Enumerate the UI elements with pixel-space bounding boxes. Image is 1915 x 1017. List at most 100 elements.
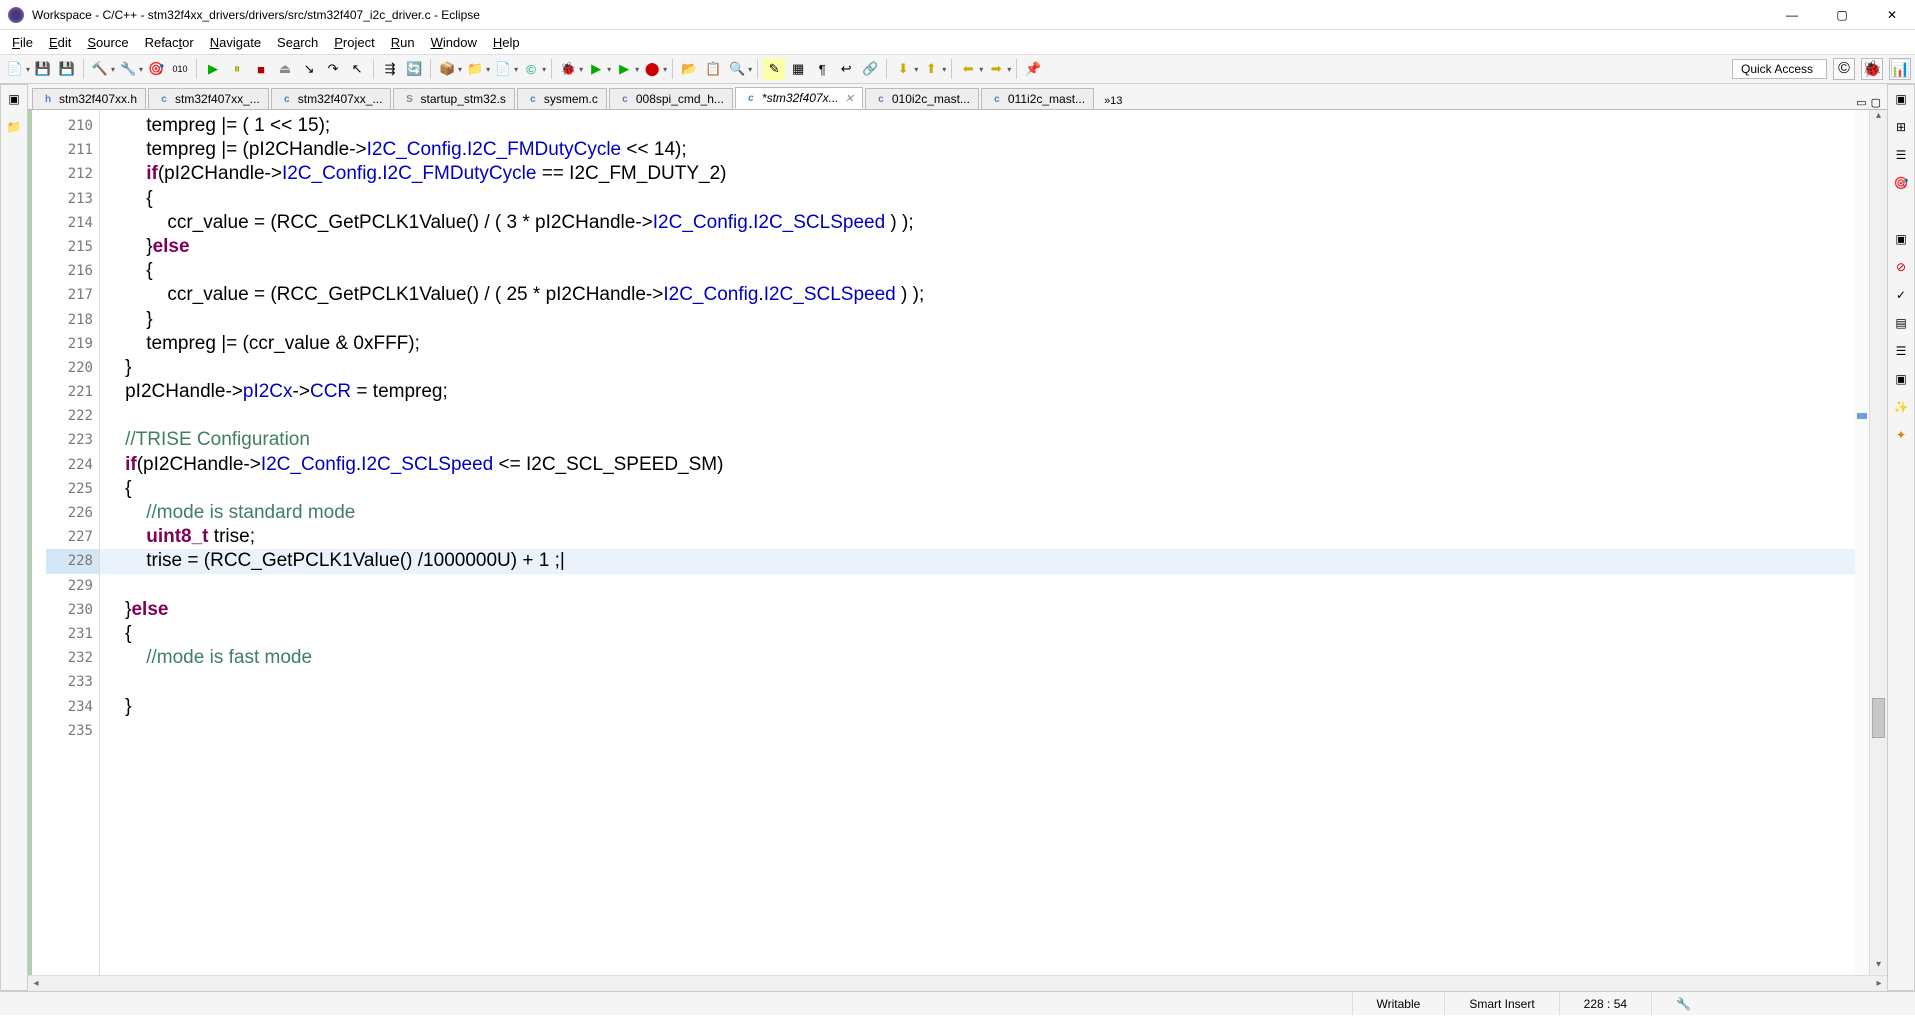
restore-right-icon[interactable]: ▣ — [1891, 89, 1911, 109]
binary-button[interactable]: 010 — [169, 58, 191, 80]
menu-file[interactable]: File — [4, 33, 41, 52]
new-source-button[interactable]: © — [520, 58, 542, 80]
search-results-icon[interactable]: ✨ — [1891, 397, 1911, 417]
menu-run[interactable]: Run — [383, 33, 423, 52]
status-build-icon[interactable]: 🔧 — [1651, 992, 1715, 1015]
forward-button[interactable]: ➡ — [985, 58, 1007, 80]
tab-stm32f407xx-h[interactable]: hstm32f407xx.h — [32, 88, 146, 109]
task-list-icon[interactable]: ☰ — [1891, 145, 1911, 165]
workspace: ▣ 📁 hstm32f407xx.h cstm32f407xx_... cstm… — [0, 84, 1915, 991]
scroll-up-icon[interactable]: ▴ — [1870, 110, 1887, 126]
open-type-button[interactable]: 📂 — [678, 58, 700, 80]
resume-button[interactable]: ▶ — [202, 58, 224, 80]
tab-label: 011i2c_mast... — [1008, 92, 1085, 106]
menu-navigate[interactable]: Navigate — [202, 33, 269, 52]
new-file-button[interactable]: 📄 — [492, 58, 514, 80]
marker-column — [28, 110, 46, 975]
quick-access-field[interactable]: Quick Access — [1732, 59, 1827, 79]
prev-annotation-button[interactable]: ⬆ — [920, 58, 942, 80]
tasks-icon[interactable]: ✓ — [1891, 285, 1911, 305]
restore-bottom-icon[interactable]: ▣ — [1891, 229, 1911, 249]
new-class-button[interactable]: 📦 — [436, 58, 458, 80]
minimize-view-icon[interactable]: ▭ — [1856, 96, 1866, 109]
tab-stm32f407xx-c2[interactable]: cstm32f407xx_... — [271, 88, 392, 109]
new-folder-button[interactable]: 📁 — [464, 58, 486, 80]
open-task-button[interactable]: 📋 — [702, 58, 724, 80]
c-file-icon: c — [990, 92, 1004, 106]
search-button[interactable]: 🔍 — [726, 58, 748, 80]
step-into-button[interactable]: ↘ — [298, 58, 320, 80]
tab-stm32f407x-active[interactable]: c*stm32f407x...✕ — [735, 87, 863, 109]
overview-ruler[interactable] — [1855, 110, 1869, 975]
scroll-right-icon[interactable]: ▸ — [1871, 978, 1887, 989]
outline-icon[interactable]: ⊞ — [1891, 117, 1911, 137]
menu-search[interactable]: Search — [269, 33, 326, 52]
call-hierarchy-icon[interactable]: ✦ — [1891, 425, 1911, 445]
coverage-button[interactable]: ⬤ — [641, 58, 663, 80]
menu-edit[interactable]: Edit — [41, 33, 79, 52]
close-button[interactable]: ✕ — [1877, 5, 1907, 25]
terminate-button[interactable]: ■ — [250, 58, 272, 80]
properties-icon[interactable]: ☰ — [1891, 341, 1911, 361]
menu-project[interactable]: Project — [326, 33, 382, 52]
debug-button[interactable]: 🐞 — [557, 58, 579, 80]
project-explorer-icon[interactable]: 📁 — [4, 117, 24, 137]
status-writable: Writable — [1352, 992, 1445, 1015]
step-return-button[interactable]: ↖ — [346, 58, 368, 80]
horizontal-scrollbar[interactable]: ◂ ▸ — [28, 975, 1887, 991]
perspective-resource-button[interactable]: 📊 — [1889, 58, 1911, 80]
menu-help[interactable]: Help — [485, 33, 528, 52]
target-button[interactable]: 🎯 — [145, 58, 167, 80]
maximize-view-icon[interactable]: ▢ — [1871, 96, 1881, 109]
vertical-scrollbar[interactable]: ▴ ▾ — [1869, 110, 1887, 975]
toggle-word-wrap-button[interactable]: ↩ — [835, 58, 857, 80]
console-icon[interactable]: ▤ — [1891, 313, 1911, 333]
tab-label: 010i2c_mast... — [892, 92, 970, 106]
disconnect-button[interactable]: ⏏ — [274, 58, 296, 80]
menu-source[interactable]: Source — [79, 33, 136, 52]
perspective-debug-button[interactable]: 🐞 — [1861, 58, 1883, 80]
terminal-icon[interactable]: ▣ — [1891, 369, 1911, 389]
c-file-icon: c — [744, 91, 758, 105]
perspective-cpp-button[interactable]: © — [1833, 58, 1855, 80]
tab-stm32f407xx-c1[interactable]: cstm32f407xx_... — [148, 88, 269, 109]
suspend-button[interactable]: ⏸ — [226, 58, 248, 80]
new-button[interactable]: 📄 — [4, 58, 26, 80]
tab-010i2c[interactable]: c010i2c_mast... — [865, 88, 979, 109]
menu-window[interactable]: Window — [423, 33, 485, 52]
restore-icon[interactable]: ▣ — [4, 89, 24, 109]
problems-icon[interactable]: ⊘ — [1891, 257, 1911, 277]
build-all-button[interactable]: 🔧 — [117, 58, 139, 80]
next-annotation-button[interactable]: ⬇ — [892, 58, 914, 80]
code-editor[interactable]: 2102112122132142152162172182192202212222… — [28, 110, 1887, 975]
run-button[interactable]: ▶ — [585, 58, 607, 80]
menu-refactor[interactable]: Refactor — [137, 33, 202, 52]
tab-overflow[interactable]: »13 — [1100, 93, 1126, 109]
maximize-button[interactable]: ▢ — [1827, 5, 1857, 25]
scroll-left-icon[interactable]: ◂ — [28, 978, 44, 989]
restart-button[interactable]: 🔄 — [403, 58, 425, 80]
close-icon[interactable]: ✕ — [845, 92, 854, 105]
run-last-button[interactable]: ▶ — [613, 58, 635, 80]
window-title: Workspace - C/C++ - stm32f4xx_drivers/dr… — [32, 8, 1777, 22]
scrollbar-thumb[interactable] — [1872, 698, 1885, 738]
show-whitespace-button[interactable]: ¶ — [811, 58, 833, 80]
tab-startup-stm32[interactable]: Sstartup_stm32.s — [393, 88, 514, 109]
code-content[interactable]: tempreg |= ( 1 << 15); tempreg |= (pI2CH… — [100, 110, 1855, 975]
link-editor-button[interactable]: 🔗 — [859, 58, 881, 80]
scroll-down-icon[interactable]: ▾ — [1870, 959, 1887, 975]
minimize-button[interactable]: — — [1777, 5, 1807, 25]
tab-sysmem[interactable]: csysmem.c — [517, 88, 607, 109]
pin-editor-button[interactable]: 📌 — [1022, 58, 1044, 80]
instruction-step-button[interactable]: ⇶ — [379, 58, 401, 80]
build-button[interactable]: 🔨 — [89, 58, 111, 80]
build-targets-icon[interactable]: 🎯 — [1891, 173, 1911, 193]
save-button[interactable]: 💾 — [32, 58, 54, 80]
save-all-button[interactable]: 💾 — [56, 58, 78, 80]
tab-011i2c[interactable]: c 011i2c_mast... — [981, 88, 1094, 109]
back-button[interactable]: ⬅ — [957, 58, 979, 80]
step-over-button[interactable]: ↷ — [322, 58, 344, 80]
toggle-block-button[interactable]: ▦ — [787, 58, 809, 80]
toggle-mark-button[interactable]: ✎ — [763, 58, 785, 80]
tab-008spi[interactable]: c008spi_cmd_h... — [609, 88, 733, 109]
